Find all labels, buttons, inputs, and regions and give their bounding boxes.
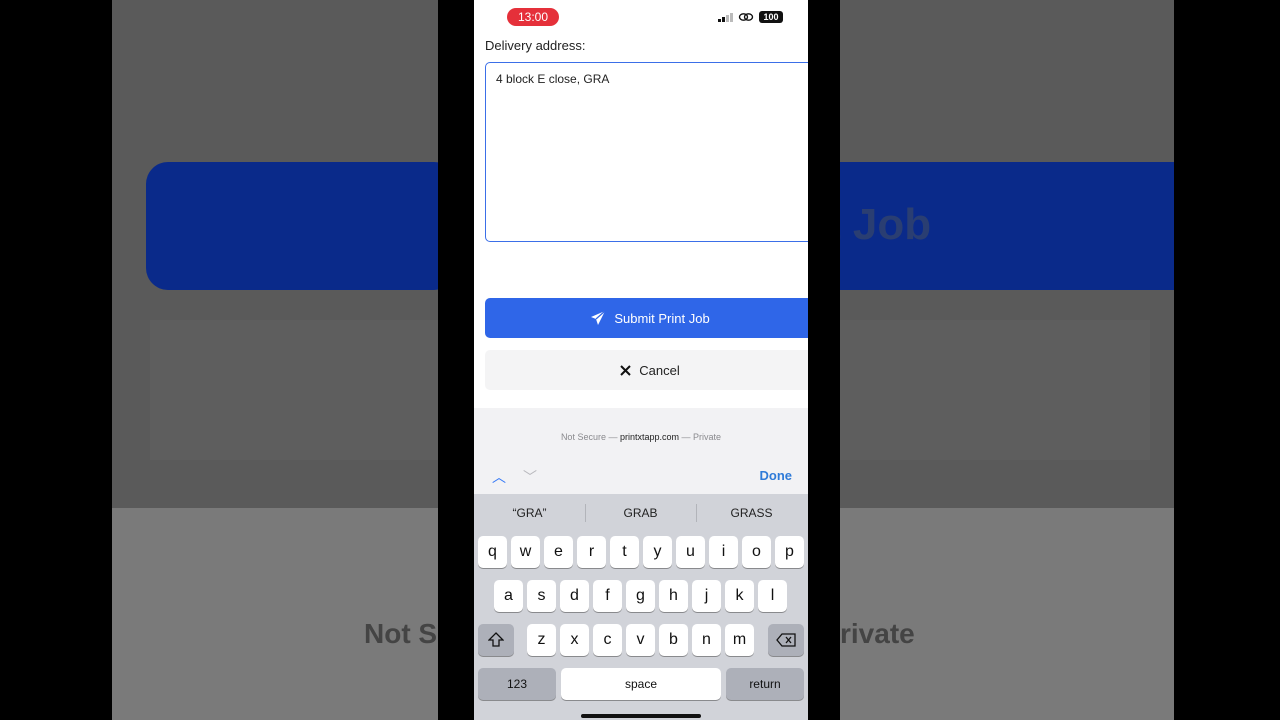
cancel-button[interactable]: Cancel [485, 350, 808, 390]
key-p[interactable]: p [775, 536, 804, 568]
background-button-left [146, 162, 456, 290]
backspace-icon [776, 633, 796, 647]
key-t[interactable]: t [610, 536, 639, 568]
background-button-text: t Job [826, 200, 932, 249]
suggestion-1[interactable]: “GRA” [474, 494, 585, 532]
key-b[interactable]: b [659, 624, 688, 656]
suggestion-3[interactable]: GRASS [696, 494, 807, 532]
key-v[interactable]: v [626, 624, 655, 656]
background-shadow-right [808, 0, 840, 720]
key-w[interactable]: w [511, 536, 540, 568]
space-key[interactable]: space [561, 668, 721, 700]
submit-print-job-button[interactable]: Submit Print Job [485, 298, 808, 338]
home-indicator [581, 714, 701, 718]
key-l[interactable]: l [758, 580, 787, 612]
screen: t Job Not S rivate 13:00 100 Delivery ad… [0, 0, 1280, 720]
cancel-label: Cancel [639, 362, 680, 378]
next-field-icon[interactable]: ﹀ [520, 468, 540, 486]
numbers-key[interactable]: 123 [478, 668, 556, 700]
previous-field-icon[interactable]: ︿ [489, 468, 509, 486]
delete-key[interactable] [768, 624, 804, 656]
battery-icon: 100 [759, 11, 783, 23]
key-k[interactable]: k [725, 580, 754, 612]
key-z[interactable]: z [527, 624, 556, 656]
key-y[interactable]: y [643, 536, 672, 568]
signal-icon [718, 12, 733, 22]
status-icons: 100 [718, 11, 783, 23]
keyboard: “GRA” GRAB GRASS q w e r t y u i o p a s… [474, 494, 808, 720]
delivery-address-label: Delivery address: [485, 38, 586, 53]
return-key[interactable]: return [726, 668, 804, 700]
suggestion-2[interactable]: GRAB [585, 494, 696, 532]
submit-label: Submit Print Job [614, 310, 710, 326]
key-u[interactable]: u [676, 536, 705, 568]
shift-key[interactable] [478, 624, 514, 656]
close-icon [620, 364, 631, 376]
delivery-address-field[interactable]: 4 block E close, GRA [485, 62, 808, 242]
security-status: Not Secure — [560, 432, 618, 442]
key-q[interactable]: q [478, 536, 507, 568]
key-i[interactable]: i [709, 536, 738, 568]
paper-plane-icon [591, 310, 606, 325]
key-n[interactable]: n [692, 624, 721, 656]
key-s[interactable]: s [527, 580, 556, 612]
key-x[interactable]: x [560, 624, 589, 656]
done-button[interactable]: Done [760, 468, 793, 483]
key-d[interactable]: d [560, 580, 589, 612]
background-text-left: Not S [364, 618, 438, 649]
key-e[interactable]: e [544, 536, 573, 568]
key-c[interactable]: c [593, 624, 622, 656]
background-text-right: rivate [840, 618, 915, 649]
key-f[interactable]: f [593, 580, 622, 612]
shift-icon [487, 632, 505, 647]
key-m[interactable]: m [725, 624, 754, 656]
phone-screen: 13:00 100 Delivery address: 4 block E cl… [474, 0, 808, 720]
url-text: Not Secure — printxtapp.com — Private [474, 432, 808, 442]
key-g[interactable]: g [626, 580, 655, 612]
key-o[interactable]: o [742, 536, 771, 568]
key-h[interactable]: h [659, 580, 688, 612]
key-r[interactable]: r [577, 536, 606, 568]
background-shadow-left [438, 0, 474, 720]
hotspot-icon [738, 13, 754, 21]
browsing-mode: — Private [681, 432, 722, 442]
key-a[interactable]: a [494, 580, 523, 612]
url-host[interactable]: printxtapp.com [620, 432, 679, 442]
status-time: 13:00 [507, 8, 559, 26]
key-j[interactable]: j [692, 580, 721, 612]
